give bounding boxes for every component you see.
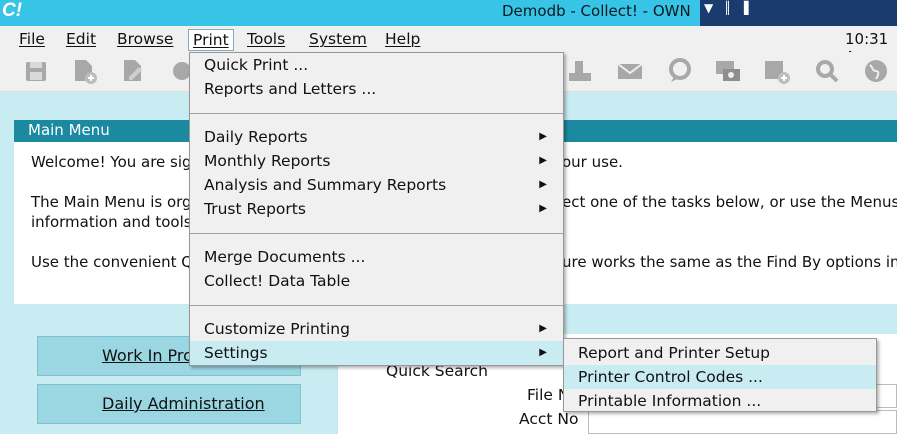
menu-item-printer-control-codes[interactable]: Printer Control Codes ... [564,365,876,389]
menu-item-merge-documents[interactable]: Merge Documents ... [190,245,563,269]
main-menu-title: Main Menu [28,121,110,139]
menu-item-printable-information[interactable]: Printable Information ... [564,389,876,413]
title-controls: ▼ ║ ▌ [700,0,897,26]
daily-administration-button[interactable]: Daily Administration [37,384,301,424]
menu-bar: File Edit Browse Print Tools System Help… [0,26,897,66]
data-table-label: Collect! Data Table [204,272,351,290]
merge-documents-label: Merge Documents ... [204,248,366,266]
account-number-input[interactable] [588,410,897,434]
menu-item-trust-reports[interactable]: Trust Reports ▶ [190,197,563,221]
report-printer-setup-label: Report and Printer Setup [578,344,771,362]
welcome-text-right: our use. [562,153,623,171]
payment-card-icon[interactable] [714,57,742,85]
dropdown-icon[interactable]: ▼ [704,1,713,15]
menu-item-data-table[interactable]: Collect! Data Table [190,269,563,293]
menu-item-daily-reports[interactable]: Daily Reports ▶ [190,125,563,149]
menu-tools[interactable]: Tools [243,29,289,51]
daily-reports-label: Daily Reports [204,128,308,146]
menu-separator [190,233,563,234]
reports-letters-label: Reports and Letters ... [204,80,377,98]
submenu-arrow-icon: ▶ [539,131,547,142]
menu-file[interactable]: File [15,29,49,51]
calendar-add-icon[interactable] [763,57,791,85]
mail-icon[interactable] [616,57,644,85]
menu-print[interactable]: Print [188,29,234,51]
monthly-reports-label: Monthly Reports [204,152,331,170]
intro-text-line2: information and tools. [31,213,197,231]
menu-item-quick-print[interactable]: Quick Print ... [190,53,563,77]
menu-browse[interactable]: Browse [113,29,177,51]
trust-reports-label: Trust Reports [204,200,306,218]
menu-edit[interactable]: Edit [62,29,100,51]
menu-item-customize-printing[interactable]: Customize Printing ▶ [190,317,563,341]
signal-icon: ▌ [744,1,754,15]
submenu-arrow-icon: ▶ [539,155,547,166]
menu-separator [190,305,563,306]
quicksearch-text-right: ure works the same as the Find By option… [562,253,897,271]
welcome-text-left: Welcome! You are sign [31,153,202,171]
printer-control-codes-label: Printer Control Codes ... [578,368,763,386]
title-bar: C! Demodb - Collect! - OWN ▼ ║ ▌ [0,0,897,26]
menu-separator [190,113,563,114]
save-icon[interactable] [22,57,50,85]
menu-item-monthly-reports[interactable]: Monthly Reports ▶ [190,149,563,173]
window-title: Demodb - Collect! - OWN [502,2,691,20]
quick-print-label: Quick Print ... [204,56,309,74]
new-document-icon[interactable] [70,57,98,85]
printer-icon[interactable] [566,57,594,85]
search-icon[interactable] [813,57,841,85]
submenu-arrow-icon: ▶ [539,179,547,190]
menu-item-reports-letters[interactable]: Reports and Letters ... [190,77,563,101]
daily-administration-label: Daily Administration [102,394,265,413]
analysis-reports-label: Analysis and Summary Reports [204,176,447,194]
menu-item-analysis-reports[interactable]: Analysis and Summary Reports ▶ [190,173,563,197]
menu-help[interactable]: Help [381,29,424,51]
quicksearch-text-left: Use the convenient Qu [31,253,203,271]
work-in-progress-label: Work In Pro [102,346,193,365]
settings-label: Settings [204,344,268,362]
menu-system[interactable]: System [305,29,371,51]
submenu-arrow-icon: ▶ [539,323,547,334]
intro-text-left: The Main Menu is orga [31,193,201,211]
printable-information-label: Printable Information ... [578,392,762,410]
menu-item-settings[interactable]: Settings ▶ [190,341,563,365]
app-logo: C! [2,0,23,21]
print-menu: Quick Print ... Reports and Letters ... … [189,52,564,366]
submenu-arrow-icon: ▶ [539,347,547,358]
pin-icon[interactable]: ║ [724,1,731,15]
chat-icon[interactable] [665,57,693,85]
submenu-arrow-icon: ▶ [539,203,547,214]
globe-icon[interactable] [862,57,890,85]
intro-text-right: ect one of the tasks below, or use the M… [562,193,897,211]
customize-printing-label: Customize Printing [204,320,350,338]
settings-submenu: Report and Printer Setup Printer Control… [563,338,877,412]
menu-item-report-printer-setup[interactable]: Report and Printer Setup [564,341,876,365]
edit-document-icon[interactable] [119,57,147,85]
